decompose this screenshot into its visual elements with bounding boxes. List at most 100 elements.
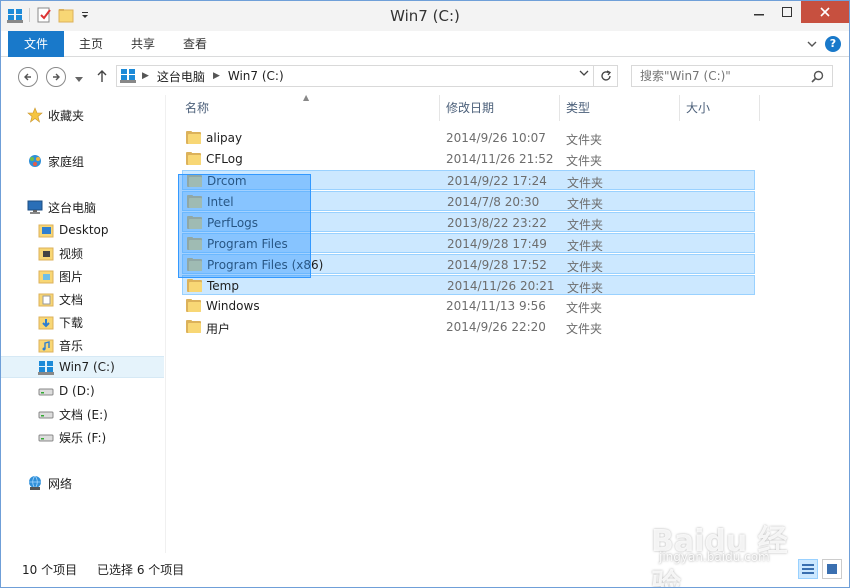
file-date: 2014/11/26 21:52: [446, 152, 554, 166]
table-row[interactable]: Program Files 2014/9/28 17:49 文件夹: [182, 233, 755, 253]
folder-icon: [186, 299, 201, 312]
folder-icon: [187, 195, 202, 208]
file-type: 文件夹: [566, 154, 603, 168]
tab-file[interactable]: 文件: [8, 31, 64, 57]
nav-drive-d[interactable]: D (D:): [1, 380, 164, 402]
table-row[interactable]: Program Files (x86) 2014/9/28 17:52 文件夹: [182, 254, 755, 274]
nav-label: 音乐: [59, 338, 84, 353]
nav-homegroup[interactable]: 家庭组: [1, 150, 164, 172]
nav-drive-e[interactable]: 文档 (E:): [1, 403, 164, 425]
file-type: 文件夹: [567, 197, 604, 211]
table-row[interactable]: Intel 2014/7/8 20:30 文件夹: [182, 191, 755, 211]
file-name[interactable]: Temp: [207, 279, 239, 293]
details-view-button[interactable]: [798, 559, 818, 579]
navigation-bar: ▶ 这台电脑 ▶ Win7 (C:): [1, 58, 849, 94]
nav-music[interactable]: 音乐: [1, 334, 164, 356]
ribbon-expand-icon[interactable]: [807, 37, 817, 51]
navigation-pane: 收藏夹 家庭组 这台电脑 Desktop 视频 图片 文档 下载 音乐 Win7…: [1, 95, 166, 553]
nav-label: 娱乐 (F:): [59, 430, 107, 445]
breadcrumb-separator-icon[interactable]: ▶: [142, 71, 149, 81]
new-folder-icon[interactable]: [58, 7, 74, 23]
nav-desktop[interactable]: Desktop: [1, 219, 164, 241]
search-input[interactable]: [631, 65, 833, 87]
file-name[interactable]: Windows: [206, 299, 260, 313]
music-folder-icon: [38, 337, 54, 353]
table-row[interactable]: Drcom 2014/9/22 17:24 文件夹: [182, 170, 755, 190]
folder-icon: [186, 320, 201, 333]
file-date: 2014/9/22 17:24: [447, 174, 547, 188]
file-name[interactable]: Program Files: [207, 237, 288, 251]
file-name[interactable]: CFLog: [206, 152, 243, 166]
file-type: 文件夹: [566, 301, 603, 315]
nav-label: 文档 (E:): [59, 407, 108, 422]
forward-button[interactable]: [46, 67, 66, 87]
downloads-folder-icon: [38, 314, 54, 330]
nav-drive-c[interactable]: Win7 (C:): [1, 356, 164, 378]
folder-icon: [186, 152, 201, 165]
file-type: 文件夹: [567, 239, 604, 253]
nav-favorites[interactable]: 收藏夹: [1, 104, 164, 126]
table-row[interactable]: Windows 2014/11/13 9:56 文件夹: [182, 296, 755, 316]
recent-locations-icon[interactable]: [75, 72, 83, 86]
file-type: 文件夹: [566, 322, 603, 336]
drive-icon: [120, 67, 136, 86]
nav-network[interactable]: 网络: [1, 472, 164, 494]
maximize-button[interactable]: [773, 1, 801, 23]
column-resize-handle[interactable]: [759, 95, 760, 121]
file-name[interactable]: Program Files (x86): [207, 258, 323, 272]
column-header-name[interactable]: 名称: [179, 95, 439, 121]
nav-videos[interactable]: 视频: [1, 242, 164, 264]
network-icon: [27, 475, 43, 491]
file-date: 2014/7/8 20:30: [447, 195, 540, 209]
file-date: 2014/9/26 22:20: [446, 320, 546, 334]
table-row[interactable]: Temp 2014/11/26 20:21 文件夹: [182, 275, 755, 295]
table-row[interactable]: 用户 2014/9/26 22:20 文件夹: [182, 317, 755, 337]
column-header-size[interactable]: 大小: [680, 95, 760, 121]
back-button[interactable]: [18, 67, 38, 87]
table-row[interactable]: alipay 2014/9/26 10:07 文件夹: [182, 128, 755, 148]
drive-icon[interactable]: [7, 7, 23, 23]
file-name[interactable]: PerfLogs: [207, 216, 258, 230]
breadcrumb-separator-icon[interactable]: ▶: [213, 71, 220, 81]
explorer-window: Win7 (C:) 文件 主页 共享 查看 ? ▶ 这台电脑 ▶ Win7 (C…: [0, 0, 850, 588]
tab-share[interactable]: 共享: [125, 31, 161, 57]
file-name[interactable]: Intel: [207, 195, 234, 209]
file-type: 文件夹: [567, 218, 604, 232]
refresh-button[interactable]: [594, 65, 618, 87]
help-icon[interactable]: ?: [825, 36, 841, 52]
file-date: 2014/9/28 17:49: [447, 237, 547, 251]
file-name[interactable]: 用户: [206, 320, 230, 337]
nav-label: 收藏夹: [48, 108, 85, 123]
nav-documents[interactable]: 文档: [1, 288, 164, 310]
tab-home[interactable]: 主页: [73, 31, 109, 57]
breadcrumb-thispc[interactable]: 这台电脑: [149, 68, 213, 85]
nav-pictures[interactable]: 图片: [1, 265, 164, 287]
table-row[interactable]: PerfLogs 2013/8/22 23:22 文件夹: [182, 212, 755, 232]
large-icons-view-button[interactable]: [822, 559, 842, 579]
search-icon[interactable]: [811, 70, 824, 86]
address-bar[interactable]: ▶ 这台电脑 ▶ Win7 (C:): [116, 65, 594, 87]
selected-count: 已选择 6 个项目: [97, 563, 185, 577]
file-type: 文件夹: [567, 281, 604, 295]
tab-view[interactable]: 查看: [177, 31, 213, 57]
file-name[interactable]: Drcom: [207, 174, 247, 188]
column-header-type[interactable]: 类型: [560, 95, 680, 121]
nav-drive-f[interactable]: 娱乐 (F:): [1, 426, 164, 448]
up-arrow-icon[interactable]: [96, 69, 108, 86]
file-name[interactable]: alipay: [206, 131, 242, 145]
address-dropdown-icon[interactable]: [579, 69, 589, 80]
nav-thispc[interactable]: 这台电脑: [1, 196, 164, 218]
minimize-button[interactable]: [745, 1, 773, 23]
nav-downloads[interactable]: 下载: [1, 311, 164, 333]
column-header-date[interactable]: 修改日期: [440, 95, 560, 121]
file-type: 文件夹: [567, 176, 604, 190]
properties-icon[interactable]: [36, 7, 52, 23]
table-row[interactable]: CFLog 2014/11/26 21:52 文件夹: [182, 149, 755, 169]
file-date: 2013/8/22 23:22: [447, 216, 547, 230]
folder-icon: [187, 279, 202, 292]
breadcrumb-drive[interactable]: Win7 (C:): [220, 69, 292, 83]
window-controls: [745, 1, 849, 23]
customize-dropdown-icon[interactable]: [80, 7, 90, 23]
nav-label: 视频: [59, 246, 84, 261]
close-button[interactable]: [801, 1, 849, 23]
